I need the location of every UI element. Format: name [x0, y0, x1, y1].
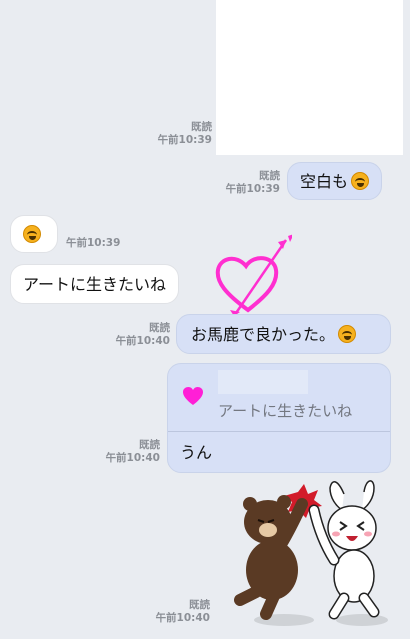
quoted-text: アートに生きたいね — [218, 402, 353, 420]
timestamp: 午前10:39 — [66, 237, 121, 249]
laughing-tears-emoji-icon — [338, 325, 357, 343]
timestamp: 午前10:39 — [225, 183, 280, 195]
read-receipt: 既読 午前10:40 — [88, 439, 160, 465]
read-receipt: 既読 午前10:39 — [140, 121, 212, 147]
timestamp: 午前10:40 — [105, 452, 160, 464]
brown-cony-highfive-sticker[interactable] — [222, 480, 398, 630]
timestamp: 午前10:40 — [155, 612, 210, 624]
heart-icon — [183, 387, 203, 405]
read-label: 既読 — [259, 170, 280, 182]
message-text: アートに生きたいね — [23, 275, 167, 294]
image-message[interactable] — [216, 0, 403, 155]
read-receipt: 既読 午前10:39 — [208, 170, 280, 196]
outgoing-message-bubble[interactable]: 空白も — [287, 162, 383, 200]
read-label: 既読 — [189, 599, 210, 611]
message-text: お馬鹿で良かった。 — [191, 325, 336, 344]
read-receipt: 既読 午前10:40 — [98, 322, 170, 348]
message-text: 空白も — [300, 172, 349, 191]
read-label: 既読 — [149, 322, 170, 334]
read-label: 既読 — [139, 439, 160, 451]
quoted-sender-placeholder — [218, 370, 308, 394]
incoming-message-bubble[interactable]: アートに生きたいね — [10, 264, 180, 304]
timestamp: 午前10:40 — [115, 335, 170, 347]
laughing-tears-emoji-icon — [351, 172, 370, 190]
incoming-message-bubble[interactable] — [10, 215, 58, 253]
reply-message-bubble[interactable]: アートに生きたいね うん — [167, 363, 391, 473]
message-text: うん — [180, 443, 213, 462]
heart-arrow-icon — [215, 234, 292, 317]
timestamp: 午前10:39 — [157, 134, 212, 146]
laughing-tears-emoji-icon — [23, 225, 41, 243]
outgoing-message-bubble[interactable]: お馬鹿で良かった。 — [176, 314, 391, 354]
read-label: 既読 — [191, 121, 212, 133]
quoted-message[interactable]: アートに生きたいね — [168, 364, 390, 432]
read-receipt: 既読 午前10:40 — [138, 599, 210, 625]
